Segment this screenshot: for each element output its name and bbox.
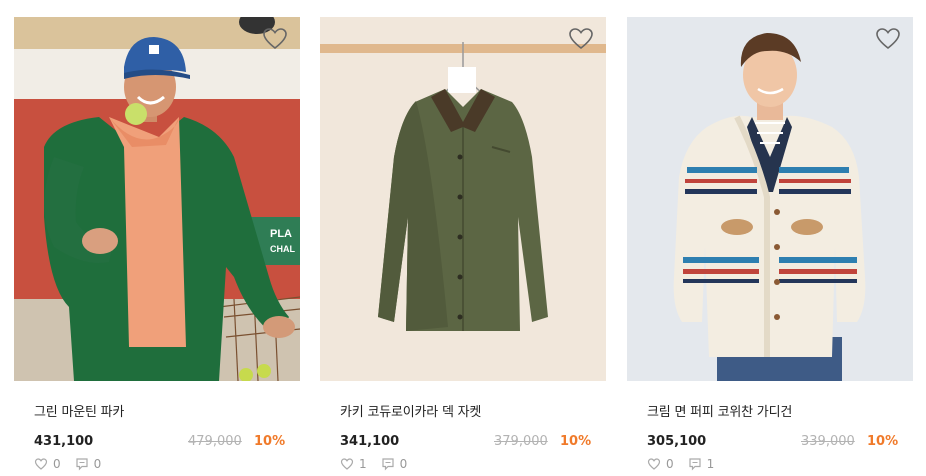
comment-icon (382, 458, 394, 471)
like-count: 1 (359, 457, 367, 471)
review-count: 1 (706, 457, 715, 471)
wishlist-heart-icon[interactable] (875, 27, 901, 51)
comment-icon (76, 458, 88, 471)
like-count: 0 (666, 457, 674, 471)
svg-text:PLA: PLA (270, 228, 292, 240)
product-image[interactable] (627, 17, 913, 381)
wishlist-heart-icon[interactable] (262, 27, 288, 51)
product-name[interactable]: 그린 마운틴 파카 (34, 401, 124, 420)
sale-price: 341,100 (340, 434, 400, 449)
price-row: 341,100 379,000 10% (340, 434, 600, 452)
svg-text:CHAL: CHAL (270, 244, 295, 254)
sale-price: 431,100 (34, 434, 94, 449)
product-meta: 0 0 (34, 457, 115, 471)
price-row: 305,100 339,000 10% (647, 434, 907, 452)
product-card[interactable]: PLA CHAL 그린 마운틴 파카 431,100 479,000 10% 0… (14, 17, 300, 471)
like-count: 0 (53, 457, 61, 471)
original-price: 379,000 (494, 434, 548, 449)
product-image[interactable] (320, 17, 606, 381)
heart-icon (340, 458, 354, 470)
product-name[interactable]: 크림 면 퍼피 코위찬 가디건 (647, 401, 792, 420)
product-name[interactable]: 카키 코듀로이카라 덱 자켓 (340, 401, 481, 420)
product-card[interactable]: 카키 코듀로이카라 덱 자켓 341,100 379,000 10% 1 0 (320, 17, 606, 471)
product-image[interactable]: PLA CHAL (14, 17, 300, 381)
product-grid: PLA CHAL 그린 마운틴 파카 431,100 479,000 10% 0… (0, 0, 926, 476)
original-price: 339,000 (801, 434, 855, 449)
review-count: 0 (399, 457, 408, 471)
heart-icon (647, 458, 661, 470)
discount-rate: 10% (560, 434, 592, 449)
comment-icon (689, 458, 701, 471)
wishlist-heart-icon[interactable] (568, 27, 594, 51)
sale-price: 305,100 (647, 434, 707, 449)
product-card[interactable]: 크림 면 퍼피 코위찬 가디건 305,100 339,000 10% 0 1 (627, 17, 913, 471)
product-photo-cream-cardigan (627, 17, 913, 381)
product-meta: 1 0 (340, 457, 421, 471)
heart-icon (34, 458, 48, 470)
product-photo-khaki-jacket (320, 17, 606, 381)
product-meta: 0 1 (647, 457, 728, 471)
product-photo-green-parka: PLA CHAL (14, 17, 300, 381)
discount-rate: 10% (867, 434, 899, 449)
price-row: 431,100 479,000 10% (34, 434, 294, 452)
discount-rate: 10% (254, 434, 286, 449)
review-count: 0 (93, 457, 102, 471)
original-price: 479,000 (188, 434, 242, 449)
